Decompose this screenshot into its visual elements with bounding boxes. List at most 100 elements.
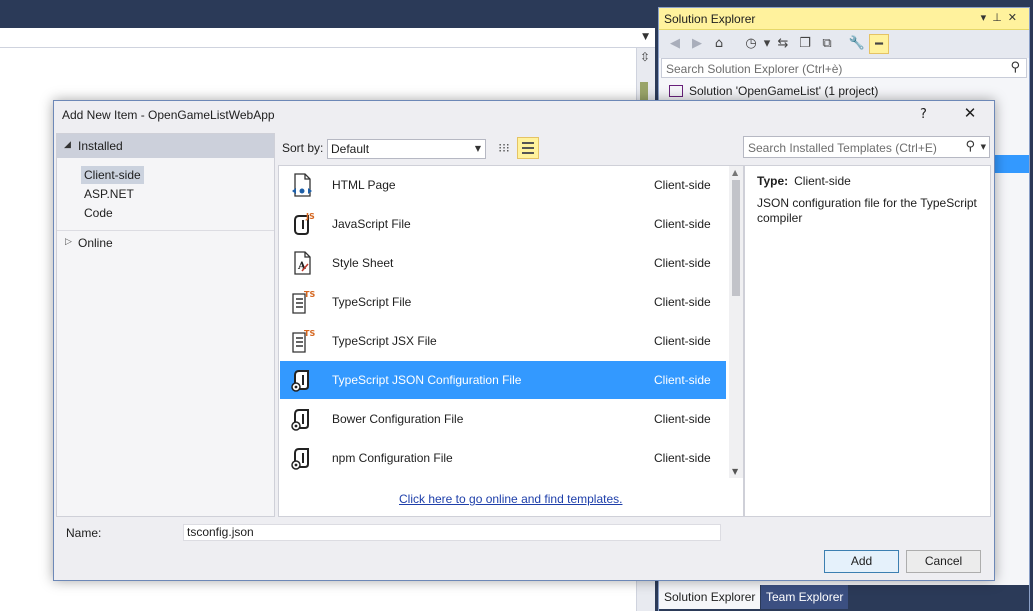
tree-item-aspnet[interactable]: ASP.NET: [81, 185, 137, 203]
collapsed-triangle-icon[interactable]: ▷: [65, 237, 72, 247]
template-name: TypeScript File: [332, 295, 412, 309]
scrollbar-thumb[interactable]: [732, 180, 740, 296]
collapse-all-icon[interactable]: ❐: [795, 34, 815, 54]
svg-text:TS: TS: [304, 290, 315, 299]
show-all-files-icon[interactable]: ⧉: [817, 34, 837, 54]
template-description: JSON configuration file for the TypeScri…: [757, 196, 977, 225]
template-details-panel: Type: Client-side JSON configuration file…: [744, 165, 991, 517]
template-category: Client-side: [654, 217, 711, 231]
name-label: Name:: [66, 526, 102, 540]
sync-icon[interactable]: ⇆: [773, 34, 793, 54]
html-file-icon: [292, 173, 312, 197]
template-row-typescript-file[interactable]: TS TypeScript File Client-side: [280, 283, 726, 321]
template-category-tree: ◢ Installed Client-side ASP.NET Code ▷ O…: [56, 133, 275, 517]
dropdown-icon[interactable]: ▾: [981, 11, 993, 24]
template-row-bower-config[interactable]: Bower Configuration File Client-side: [280, 400, 726, 438]
search-templates-input[interactable]: Search Installed Templates (Ctrl+E) ⚲ ▼: [743, 136, 990, 158]
template-row-javascript-file[interactable]: JS JavaScript File Client-side: [280, 205, 726, 243]
typescript-jsx-file-icon: TS: [292, 329, 315, 353]
bower-config-file-icon: [291, 409, 309, 431]
search-icon[interactable]: ⚲: [1010, 60, 1020, 75]
list-view-button[interactable]: [517, 137, 539, 159]
installed-label: Installed: [78, 139, 123, 153]
typescript-file-icon: TS: [292, 290, 315, 314]
template-name: TypeScript JSX File: [332, 334, 437, 348]
online-label: Online: [78, 236, 113, 250]
template-category: Client-side: [654, 295, 711, 309]
template-name: npm Configuration File: [332, 451, 453, 465]
npm-config-file-icon: [291, 448, 309, 470]
panel-window-controls[interactable]: ▾⊥✕: [981, 11, 1023, 24]
editor-change-marker: [640, 82, 648, 100]
stylesheet-file-icon: A: [294, 251, 311, 275]
tree-item-client-side[interactable]: Client-side: [81, 166, 144, 184]
template-row-npm-config[interactable]: npm Configuration File Client-side: [280, 439, 726, 477]
properties-wrench-icon[interactable]: 🔧: [847, 34, 867, 54]
template-row-html-page[interactable]: HTML Page Client-side: [280, 166, 726, 204]
chevron-down-icon[interactable]: ▼: [981, 143, 986, 151]
split-icon[interactable]: ⇳: [640, 50, 650, 64]
template-row-style-sheet[interactable]: A Style Sheet Client-side: [280, 244, 726, 282]
scroll-down-icon[interactable]: ▼: [732, 467, 738, 476]
template-list-scrollbar[interactable]: ▲ ▼: [729, 166, 743, 478]
close-icon[interactable]: ✕: [1008, 11, 1023, 24]
tree-node-installed[interactable]: ◢ Installed: [57, 134, 274, 158]
tree-item-code[interactable]: Code: [81, 204, 116, 222]
selected-tree-row[interactable]: [995, 155, 1029, 173]
solution-explorer-toolbar: ◀ ▶ ⌂ ◷ ▾ ⇆ ❐ ⧉ 🔧 ━: [659, 30, 1029, 58]
close-icon[interactable]: ✕: [961, 104, 979, 124]
home-icon[interactable]: ⌂: [709, 34, 729, 54]
template-list: HTML Page Client-side JS JavaScript File…: [278, 165, 744, 517]
chevron-down-icon[interactable]: ▼: [475, 144, 481, 153]
name-input[interactable]: tsconfig.json: [183, 524, 721, 541]
template-type: Type: Client-side: [757, 174, 851, 188]
sort-by-label: Sort by:: [282, 141, 324, 155]
svg-text:A: A: [297, 261, 306, 272]
dialog-title: Add New Item - OpenGameListWebApp: [62, 108, 275, 122]
tree-node-online[interactable]: ▷ Online: [57, 230, 274, 252]
solution-label: Solution 'OpenGameList' (1 project): [689, 84, 879, 98]
svg-text:JS: JS: [305, 212, 315, 221]
json-config-file-icon: [291, 370, 309, 392]
search-icon[interactable]: ⚲: [965, 139, 975, 154]
back-icon[interactable]: ◀: [665, 34, 685, 54]
template-name: HTML Page: [332, 178, 396, 192]
visual-studio-solution-icon: [669, 84, 683, 97]
cancel-button[interactable]: Cancel: [906, 550, 981, 573]
add-new-item-dialog: Add New Item - OpenGameListWebApp ? ✕ ◢ …: [53, 100, 995, 581]
template-row-typescript-jsx-file[interactable]: TS TypeScript JSX File Client-side: [280, 322, 726, 360]
help-icon[interactable]: ?: [920, 107, 927, 122]
type-label: Type:: [757, 174, 789, 188]
solution-explorer-titlebar[interactable]: Solution Explorer ▾⊥✕: [659, 8, 1029, 30]
tab-solution-explorer[interactable]: Solution Explorer: [659, 585, 761, 609]
chevron-down-icon[interactable]: ▼: [642, 32, 649, 42]
template-category: Client-side: [654, 451, 711, 465]
tab-team-explorer[interactable]: Team Explorer: [761, 585, 849, 609]
pin-icon[interactable]: ⊥: [992, 11, 1008, 24]
solution-tree-root[interactable]: Solution 'OpenGameList' (1 project): [669, 84, 878, 98]
template-row-typescript-json-config[interactable]: TypeScript JSON Configuration File Clien…: [280, 361, 726, 399]
sort-by-value: Default: [331, 142, 370, 156]
editor-navigation-dropdown[interactable]: ▼: [0, 28, 655, 48]
template-name: Style Sheet: [332, 256, 394, 270]
solution-explorer-search-input[interactable]: Search Solution Explorer (Ctrl+è) ⚲: [661, 58, 1027, 78]
panel-bottom-tabs: Solution Explorer Team Explorer: [659, 585, 1029, 611]
solution-explorer-title: Solution Explorer: [664, 12, 756, 26]
scroll-up-icon[interactable]: ▲: [732, 168, 738, 177]
template-category: Client-side: [654, 373, 711, 387]
add-button[interactable]: Add: [824, 550, 899, 573]
template-category: Client-side: [654, 334, 711, 348]
sort-by-select[interactable]: Default ▼: [327, 139, 486, 159]
preview-pin-icon[interactable]: ━: [869, 34, 889, 54]
online-templates-link[interactable]: Click here to go online and find templat…: [399, 492, 622, 506]
template-name: TypeScript JSON Configuration File: [332, 373, 522, 387]
forward-icon[interactable]: ▶: [687, 34, 707, 54]
template-category: Client-side: [654, 412, 711, 426]
svg-text:TS: TS: [304, 329, 315, 338]
search-placeholder: Search Installed Templates (Ctrl+E): [748, 141, 937, 155]
expanded-triangle-icon[interactable]: ◢: [64, 140, 71, 150]
grid-view-icon[interactable]: ⁝⁝⁝: [494, 138, 514, 159]
search-placeholder: Search Solution Explorer (Ctrl+è): [666, 62, 843, 76]
javascript-file-icon: JS: [294, 212, 315, 235]
template-category: Client-side: [654, 178, 711, 192]
